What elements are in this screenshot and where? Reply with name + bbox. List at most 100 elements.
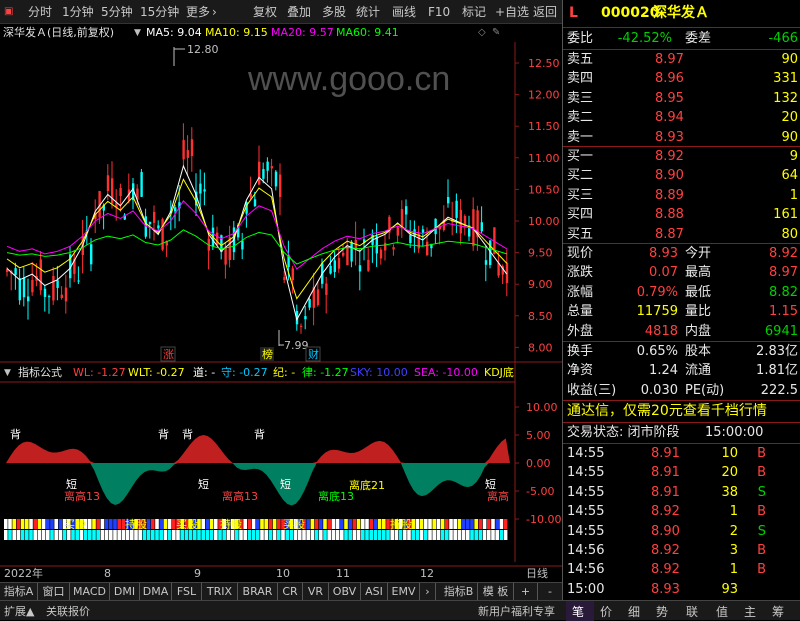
- panel-icon[interactable]: ▣: [4, 3, 13, 21]
- stat2-label-2: PE(动): [685, 382, 725, 398]
- settings-icon[interactable]: ✎: [492, 24, 500, 42]
- trade-side: B: [757, 543, 766, 558]
- btn-f10[interactable]: F10: [428, 3, 450, 21]
- sells-label: 卖二: [567, 110, 594, 126]
- tab-plus-button[interactable]: +: [514, 583, 538, 600]
- signal-bar-2: [361, 530, 365, 540]
- sells-vol: 132: [773, 90, 798, 106]
- signal-bar: [323, 519, 327, 529]
- signal-bar: [268, 519, 273, 529]
- icon-jia[interactable]: 价: [600, 603, 612, 620]
- btn-tongji[interactable]: 统计: [356, 3, 380, 21]
- tab-trix[interactable]: TRIX: [202, 583, 238, 600]
- tab-fsl[interactable]: FSL: [172, 583, 202, 600]
- signal-bar-2: [121, 530, 126, 540]
- icon-bi[interactable]: 笔: [572, 603, 584, 620]
- marker-zhang[interactable]: 涨: [163, 348, 174, 361]
- btn-zixuan[interactable]: +自选: [495, 3, 529, 21]
- buys-label: 买四: [567, 207, 594, 223]
- axis-month-9: 9: [194, 567, 201, 580]
- candle-body: [426, 241, 429, 256]
- tab-vr[interactable]: VR: [303, 583, 329, 600]
- candle-body: [48, 296, 51, 298]
- expand-button[interactable]: 扩展▲: [4, 603, 34, 619]
- stat-label-2: 内盘: [685, 323, 712, 339]
- ind-sea: SEA: -10.00: [414, 366, 478, 379]
- nav-1min[interactable]: 1分钟: [62, 3, 94, 21]
- tab-minus-button[interactable]: -: [538, 583, 562, 600]
- promo-link[interactable]: 新用户福利专享: [478, 603, 555, 619]
- marker-cai[interactable]: 财: [308, 347, 319, 361]
- nav-5min[interactable]: 5分钟: [101, 3, 133, 21]
- stat2-label-2: 股本: [685, 344, 712, 359]
- signal-bar: [20, 519, 25, 529]
- btn-biaoji[interactable]: 标记: [462, 3, 486, 21]
- signal-bar: [41, 519, 46, 529]
- btn-fuquan[interactable]: 复权: [253, 3, 277, 21]
- signal-bar-2: [167, 530, 172, 540]
- signal-bar-2: [386, 530, 390, 540]
- btn-diejia[interactable]: 叠加: [287, 3, 311, 21]
- tab-asi[interactable]: ASI: [361, 583, 388, 600]
- dropdown-icon[interactable]: ▼: [134, 24, 141, 42]
- more-arrow-icon[interactable]: ›: [212, 3, 217, 21]
- icon-lian[interactable]: 联: [686, 603, 698, 620]
- tab-dma[interactable]: DMA: [140, 583, 172, 600]
- tab-window[interactable]: 窗口: [38, 583, 70, 600]
- signal-bar: [415, 519, 420, 529]
- price-tick: 8.00: [528, 341, 553, 354]
- ad-banner[interactable]: 通达信，仅需20元查看千档行情: [567, 402, 798, 421]
- signal-bar-2: [331, 530, 336, 540]
- trade-volume: 38: [721, 484, 738, 500]
- signal-bar-2: [71, 530, 75, 540]
- indicator-label: 离高13: [222, 489, 258, 503]
- icon-chou[interactable]: 筹: [772, 603, 784, 620]
- tab-macd[interactable]: MACD: [70, 583, 110, 600]
- btn-duogu[interactable]: 多股: [322, 3, 346, 21]
- signal-bar-2: [83, 530, 88, 540]
- candle-body: [64, 287, 68, 302]
- diamond-icon[interactable]: ◇: [478, 24, 486, 42]
- signal-bar-2: [453, 530, 457, 540]
- signal-bar-2: [205, 530, 210, 540]
- signal-bar-2: [394, 530, 399, 540]
- related-quote-button[interactable]: 关联报价: [46, 603, 90, 619]
- nav-15min[interactable]: 15分钟: [140, 3, 179, 21]
- btn-fanhui[interactable]: 返回: [533, 3, 557, 21]
- tab-brar[interactable]: BRAR: [238, 583, 278, 600]
- tab-zhibiao-a[interactable]: 指标A: [0, 583, 38, 600]
- buys-row: 买二 8.90 64: [567, 166, 798, 185]
- icon-xi[interactable]: 细: [628, 603, 640, 620]
- kline-chart[interactable]: 12.50 12.00 11.50 11.00 10.50 10.00 9.50 9.00 8.…: [0, 42, 562, 582]
- signal-bar-2: [335, 530, 340, 540]
- marker-bang[interactable]: 榜: [262, 347, 273, 361]
- tab-zhibiao-b[interactable]: 指标B: [440, 583, 478, 600]
- icon-zhu[interactable]: 主: [744, 603, 756, 620]
- trade-side: B: [757, 562, 766, 578]
- nav-fenshi[interactable]: 分时: [28, 3, 52, 21]
- nav-more[interactable]: 更多: [186, 3, 210, 21]
- tab-cr[interactable]: CR: [278, 583, 303, 600]
- signal-bar-2: [445, 530, 449, 540]
- ind-ji: 纪: -: [273, 366, 296, 379]
- ind-dropdown-icon[interactable]: ▼: [4, 364, 11, 382]
- tab-obv[interactable]: OBV: [329, 583, 361, 600]
- candle-body: [283, 277, 286, 281]
- indicator-label: 背: [182, 427, 193, 441]
- tab-template[interactable]: 模 板: [478, 583, 514, 600]
- btn-huaxian[interactable]: 画线: [392, 3, 416, 21]
- icon-shi[interactable]: 势: [656, 603, 668, 620]
- period-label[interactable]: 日线: [526, 566, 548, 582]
- signal-bar-2: [172, 530, 176, 540]
- ind-name[interactable]: 指标公式: [18, 364, 62, 382]
- indicator-tick: -5.00: [526, 485, 554, 498]
- candle-body: [31, 279, 34, 293]
- signal-bar-2: [130, 530, 134, 540]
- icon-zhi[interactable]: 值: [716, 603, 728, 620]
- signal-bar: [50, 519, 54, 529]
- tab-more-arrow-icon[interactable]: ›: [420, 583, 436, 600]
- stat2-value-2: 1.81亿: [756, 363, 798, 379]
- signal-bar: [453, 519, 457, 529]
- tab-emv[interactable]: EMV: [388, 583, 420, 600]
- tab-dmi[interactable]: DMI: [110, 583, 140, 600]
